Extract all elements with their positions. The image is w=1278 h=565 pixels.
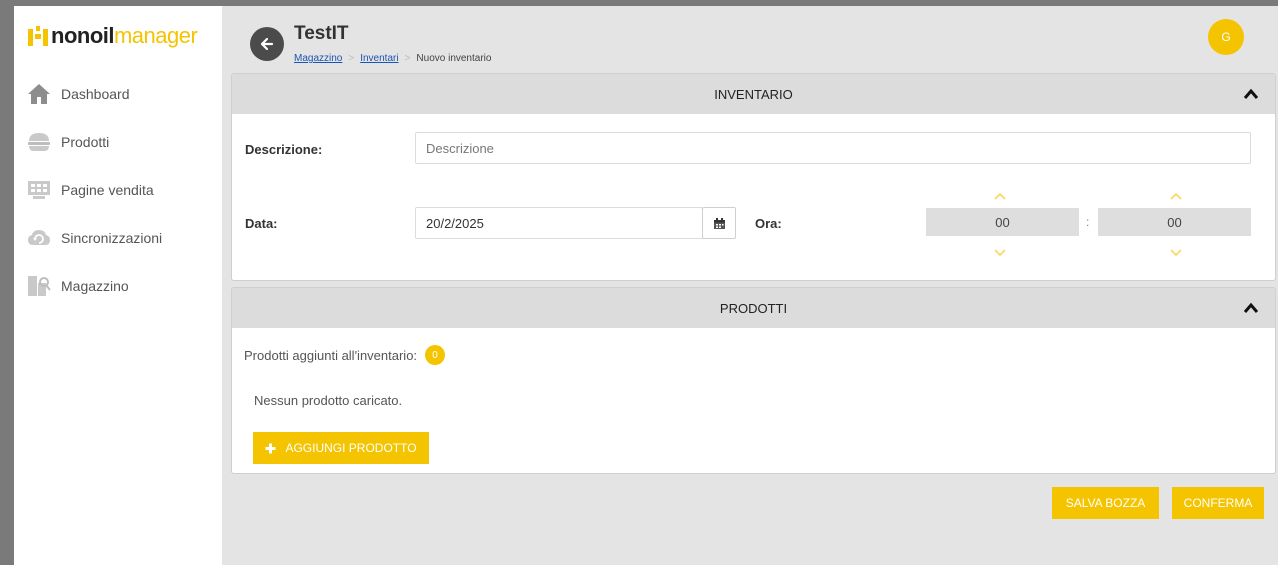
page-title: TestIT: [294, 23, 349, 44]
sidebar-item-dashboard[interactable]: Dashboard: [14, 70, 222, 118]
app-logo[interactable]: nonoilmanager: [28, 23, 198, 48]
chevron-up-icon[interactable]: [1243, 86, 1259, 102]
sidebar-item-label: Magazzino: [61, 278, 129, 294]
chevron-up-icon: [994, 192, 1006, 200]
sidebar-nav: Dashboard Prodotti Pagine vendita Sincro…: [14, 70, 222, 310]
prodotti-panel: PRODOTTI Prodotti aggiunti all'inventari…: [231, 287, 1276, 474]
calendar-button[interactable]: [702, 207, 736, 239]
chevron-up-icon: [1170, 192, 1182, 200]
panel-title: INVENTARIO: [714, 86, 793, 102]
ora-label: Ora:: [755, 216, 782, 231]
sidebar-item-label: Prodotti: [61, 134, 110, 150]
sidebar-item-label: Dashboard: [61, 86, 130, 102]
cloud-sync-icon: [26, 227, 52, 249]
inventario-panel: INVENTARIO Descrizione: Data: 20/2/2025 …: [231, 73, 1276, 281]
calendar-icon: [713, 217, 725, 229]
breadcrumb-inventari[interactable]: Inventari: [360, 53, 398, 64]
breadcrumb-current: Nuovo inventario: [416, 53, 492, 64]
inventario-panel-header[interactable]: INVENTARIO: [232, 74, 1275, 114]
sidebar: nonoilmanager Dashboard Prodotti Pagine …: [14, 6, 222, 565]
chevron-down-icon: [1170, 249, 1182, 257]
page-header: TestIT Magazzino > Inventari > Nuovo inv…: [222, 6, 1278, 72]
breadcrumb-magazzino[interactable]: Magazzino: [294, 53, 342, 64]
minutes-increment[interactable]: [1166, 189, 1186, 203]
confirm-button[interactable]: CONFERMA: [1172, 487, 1264, 519]
chevron-right-icon: >: [348, 53, 355, 64]
sidebar-item-label: Sincronizzazioni: [61, 230, 163, 246]
hours-field[interactable]: 00: [926, 208, 1079, 236]
product-count-badge: 0: [425, 345, 445, 365]
arrow-left-icon: [260, 37, 274, 51]
hours-increment[interactable]: [990, 189, 1010, 203]
descrizione-input[interactable]: [415, 132, 1251, 164]
sidebar-item-prodotti[interactable]: Prodotti: [14, 118, 222, 166]
burger-icon: [26, 131, 52, 153]
time-separator: :: [1086, 215, 1090, 229]
user-avatar[interactable]: G: [1208, 19, 1244, 55]
sidebar-item-sincronizzazioni[interactable]: Sincronizzazioni: [14, 214, 222, 262]
sidebar-item-magazzino[interactable]: Magazzino: [14, 262, 222, 310]
chevron-up-icon[interactable]: [1243, 300, 1259, 316]
data-input[interactable]: 20/2/2025: [415, 207, 703, 239]
descrizione-label: Descrizione:: [245, 142, 323, 157]
logo-icon: [28, 26, 48, 46]
data-label: Data:: [245, 216, 278, 231]
pos-icon: [26, 179, 52, 201]
product-count-label: Prodotti aggiunti all'inventario:: [244, 348, 418, 363]
chevron-right-icon: >: [404, 53, 411, 64]
app-window: nonoilmanager Dashboard Prodotti Pagine …: [14, 6, 1278, 565]
panel-title: PRODOTTI: [719, 300, 788, 316]
hours-decrement[interactable]: [990, 246, 1010, 260]
prodotti-panel-header[interactable]: PRODOTTI: [232, 288, 1275, 328]
breadcrumb: Magazzino > Inventari > Nuovo inventario: [294, 53, 491, 64]
home-icon: [26, 83, 52, 105]
logo-text-primary: nonoil: [51, 23, 114, 48]
minutes-field[interactable]: 00: [1098, 208, 1251, 236]
plus-icon: [265, 443, 276, 453]
chevron-down-icon: [994, 249, 1006, 257]
sidebar-item-label: Pagine vendita: [61, 182, 154, 198]
empty-products-message: Nessun prodotto caricato.: [254, 393, 403, 408]
add-product-button[interactable]: AGGIUNGI PRODOTTO: [253, 432, 429, 464]
warehouse-icon: [26, 275, 52, 297]
back-button[interactable]: [250, 27, 284, 61]
sidebar-item-pagine-vendita[interactable]: Pagine vendita: [14, 166, 222, 214]
save-draft-button[interactable]: SALVA BOZZA: [1052, 487, 1159, 519]
logo-text-secondary: manager: [113, 23, 198, 48]
minutes-decrement[interactable]: [1166, 246, 1186, 260]
add-product-label: AGGIUNGI PRODOTTO: [285, 441, 417, 455]
